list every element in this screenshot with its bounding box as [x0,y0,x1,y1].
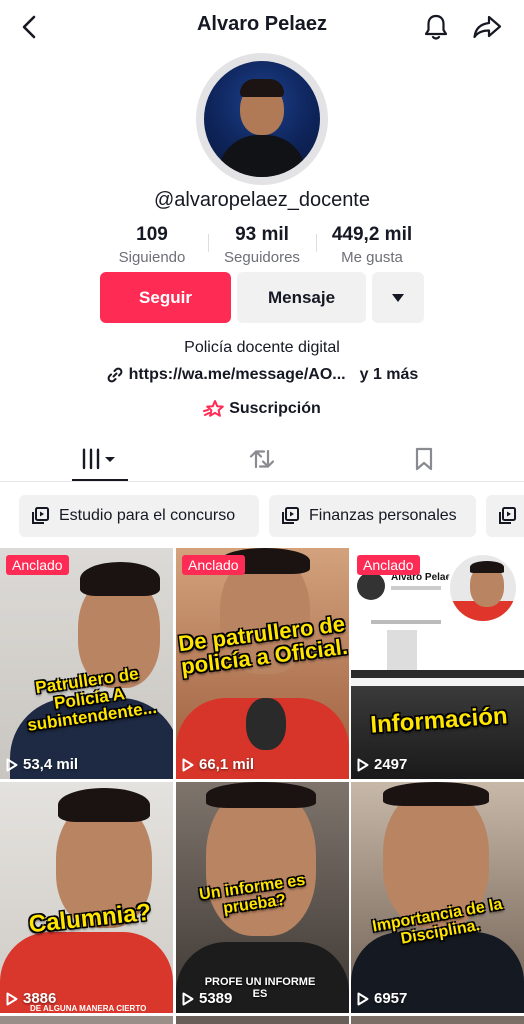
profile-tabs [0,436,524,482]
video-thumbnail[interactable]: Calumnia? DE ALGUNA MANERA CIERTO 3886 [0,782,173,1013]
playlist-icon [279,505,301,527]
share-icon [473,15,502,39]
video-thumbnail[interactable]: Anclado De patrullero de policía a Ofici… [176,548,349,779]
notifications-button[interactable] [420,11,452,43]
tab-favorites[interactable] [402,436,446,481]
view-count: 6957 [357,990,407,1007]
view-count-value: 66,1 mil [199,756,255,773]
video-thumbnail[interactable]: Importancia de la Disciplina. 6957 [351,782,524,1013]
stat-value: 449,2 mil [331,224,413,245]
video-thumbnail[interactable] [0,1016,173,1024]
view-count-value: 2497 [374,756,408,773]
message-button[interactable]: Mensaje [237,272,366,323]
bio-link[interactable]: https://wa.me/message/AO... y 1 más [0,366,524,384]
play-icon [357,758,369,771]
stat-label: Seguidores [224,249,300,266]
video-thumbnail[interactable]: Alvaro Pelaez Anclado Información 2497 [351,548,524,779]
bio-text: Policía docente digital [184,339,340,356]
playlist-pill[interactable] [486,495,524,537]
video-thumbnail[interactable] [351,1016,524,1024]
stat-value: 109 [136,224,168,245]
view-count: 53,4 mil [6,756,78,773]
view-count: 2497 [357,756,407,773]
view-count: 5389 [182,990,232,1007]
stat-label: Siguiendo [118,249,186,266]
video-caption: De patrullero de policía a Oficial. [176,610,349,680]
avatar[interactable] [196,53,328,185]
stat-label: Me gusta [341,249,403,266]
playlist-pill[interactable]: Estudio para el concurso [19,495,259,537]
view-count-value: 6957 [374,990,408,1007]
playlist-pill[interactable]: Finanzas personales [269,495,476,537]
videos-grid-icon [82,448,115,469]
subscription-link[interactable]: Suscripción [0,399,524,419]
suggested-accounts-button[interactable] [372,272,424,323]
stat-value: 93 mil [235,224,289,245]
stat-followers[interactable]: 93 mil Seguidores [212,224,312,266]
tab-videos[interactable] [72,436,128,481]
play-icon [357,992,369,1005]
bell-icon [424,14,448,40]
stat-likes[interactable]: 449,2 mil Me gusta [320,224,424,266]
active-tab-indicator [72,479,128,481]
pinned-badge: Anclado [6,555,69,575]
pinned-badge: Anclado [357,555,420,575]
view-count-value: 3886 [23,990,57,1007]
bookmark-icon [415,447,433,470]
link-more: y 1 más [359,366,419,383]
playlists-row: Estudio para el concurso Finanzas person… [0,495,524,537]
stat-divider [208,234,209,252]
playlist-icon [29,505,51,527]
playlist-label: Estudio para el concurso [59,507,236,524]
link-icon [107,367,123,383]
view-count-value: 5389 [199,990,233,1007]
stat-following[interactable]: 109 Siguiendo [100,224,204,266]
follow-button[interactable]: Seguir [100,272,231,323]
view-count-value: 53,4 mil [23,756,79,773]
link-url: https://wa.me/message/AO... [128,366,346,383]
video-thumbnail[interactable]: Un informe es prueba? PROFE UN INFORME E… [176,782,349,1013]
playlist-icon [496,505,518,527]
play-icon [182,758,194,771]
stat-divider [316,234,317,252]
repost-icon [249,449,275,468]
pinned-badge: Anclado [182,555,245,575]
play-icon [6,758,18,771]
avatar-photo [204,61,320,177]
view-count: 66,1 mil [182,756,254,773]
subscription-label: Suscripción [229,400,321,417]
microphone [246,698,286,750]
view-count: 3886 [6,990,56,1007]
username: @alvaropelaez_docente [153,189,370,211]
video-thumbnail[interactable] [176,1016,349,1024]
profile-stats: 109 Siguiendo 93 mil Seguidores 449,2 mi… [100,224,424,268]
play-icon [182,992,194,1005]
video-thumbnail[interactable]: Anclado Patrullero de Policía A subinten… [0,548,173,779]
tab-reposts[interactable] [240,436,284,481]
play-icon [6,992,18,1005]
top-bar: Alvaro Pelaez [0,0,524,52]
share-button[interactable] [470,11,504,43]
playlist-label: Finanzas personales [309,507,457,524]
subscription-star-icon [203,400,225,417]
caret-down-icon [392,293,404,302]
facecam [447,552,519,624]
